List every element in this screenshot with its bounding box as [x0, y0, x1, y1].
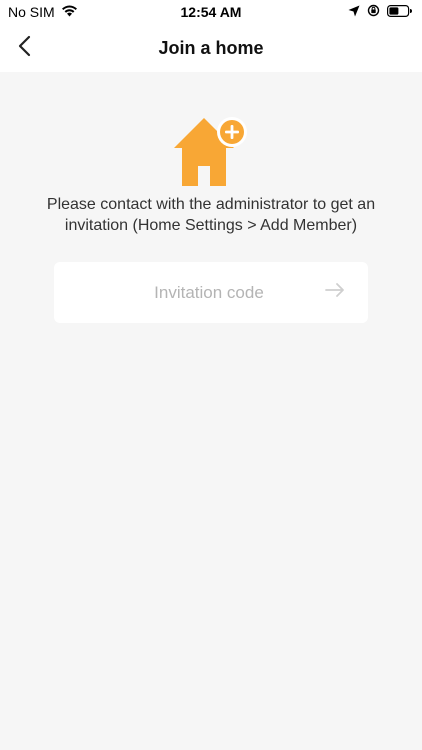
arrow-right-icon	[324, 282, 346, 303]
submit-code-button[interactable]	[324, 262, 368, 323]
battery-icon	[387, 4, 412, 20]
invitation-code-input[interactable]	[54, 262, 324, 323]
page-title: Join a home	[158, 37, 264, 58]
status-right	[348, 4, 412, 20]
back-chevron-icon	[17, 35, 31, 62]
location-arrow-icon	[348, 4, 360, 20]
invitation-code-box	[54, 262, 368, 323]
wifi-icon	[61, 4, 78, 20]
back-button[interactable]	[8, 32, 40, 64]
join-home-screen: No SIM 12:54 AM Join a home Please conta…	[0, 0, 422, 750]
home-add-icon	[172, 116, 250, 188]
invitation-instructions: Please contact with the administrator to…	[46, 196, 376, 234]
status-bar: No SIM 12:54 AM	[0, 0, 422, 24]
status-left: No SIM	[8, 4, 78, 20]
nav-bar: Join a home	[0, 24, 422, 72]
orientation-lock-icon	[367, 4, 380, 20]
carrier-label: No SIM	[8, 4, 55, 20]
